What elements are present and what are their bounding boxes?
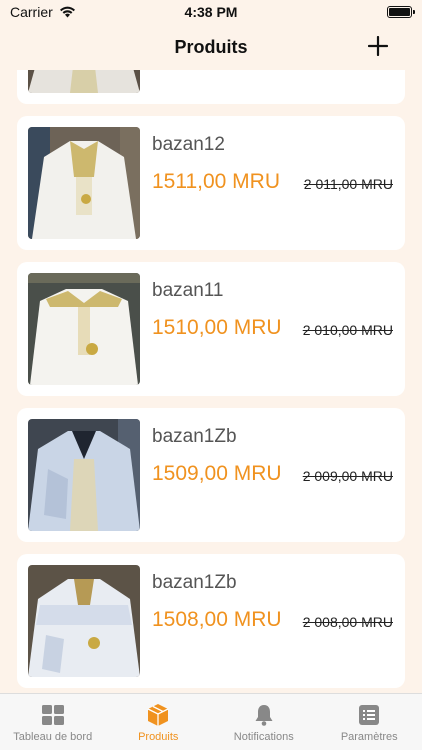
product-price: 1511,00 MRU (152, 170, 281, 193)
tab-label: Paramètres (340, 731, 398, 743)
dashboard-icon (41, 705, 64, 725)
add-product-button[interactable] (366, 34, 390, 58)
tab-label: Produits (138, 731, 179, 743)
carrier-label: Carrier (10, 4, 53, 20)
product-price: 1510,00 MRU (152, 316, 282, 339)
product-old-price: 2 008,00 MRU (302, 614, 393, 630)
tab-settings[interactable]: Paramètres (317, 694, 422, 750)
tab-products[interactable]: Produits (106, 694, 212, 750)
product-image (28, 273, 140, 385)
product-old-price: 2 009,00 MRU (302, 468, 393, 484)
tab-label: Notifications (233, 731, 294, 743)
plus-icon (367, 35, 389, 57)
product-image (28, 565, 140, 677)
product-old-price: 2 011,00 MRU (303, 176, 393, 192)
product-card[interactable]: bazan1Zb 1508,00 MRU 2 008,00 MRU (17, 554, 405, 688)
box-icon (147, 704, 169, 726)
product-name: bazan1Zb (152, 572, 237, 593)
wifi-icon (59, 6, 75, 18)
product-image (28, 419, 140, 531)
product-list[interactable]: bazan12 1511,00 MRU 2 011,00 MRU bazan11… (0, 70, 422, 693)
settings-list-icon (359, 705, 380, 725)
product-card[interactable]: bazan1Zb 1509,00 MRU 2 009,00 MRU (17, 408, 405, 542)
product-name: bazan12 (152, 134, 225, 155)
status-left: Carrier (10, 4, 76, 20)
product-price: 1508,00 MRU (152, 608, 282, 631)
page-title: Produits (174, 36, 248, 57)
product-image (28, 70, 140, 93)
product-image (28, 127, 140, 239)
product-old-price: 2 010,00 MRU (302, 322, 393, 338)
tab-notifications[interactable]: Notifications (211, 694, 317, 750)
tab-label: Tableau de bord (13, 731, 93, 743)
product-price: 1509,00 MRU (152, 462, 282, 485)
product-card[interactable]: bazan12 1511,00 MRU 2 011,00 MRU (17, 116, 405, 250)
product-name: bazan11 (152, 280, 224, 301)
tab-dashboard[interactable]: Tableau de bord (0, 694, 106, 750)
product-name: bazan1Zb (152, 426, 237, 447)
status-bar: Carrier 4:38 PM (0, 0, 422, 24)
product-card[interactable]: bazan11 1510,00 MRU 2 010,00 MRU (17, 262, 405, 396)
product-card-partial[interactable] (17, 70, 405, 104)
tab-bar: Tableau de bord Produits Notifications P… (0, 693, 422, 750)
nav-bar: Produits (0, 24, 422, 70)
battery-icon (387, 6, 415, 18)
bell-icon (255, 705, 273, 726)
